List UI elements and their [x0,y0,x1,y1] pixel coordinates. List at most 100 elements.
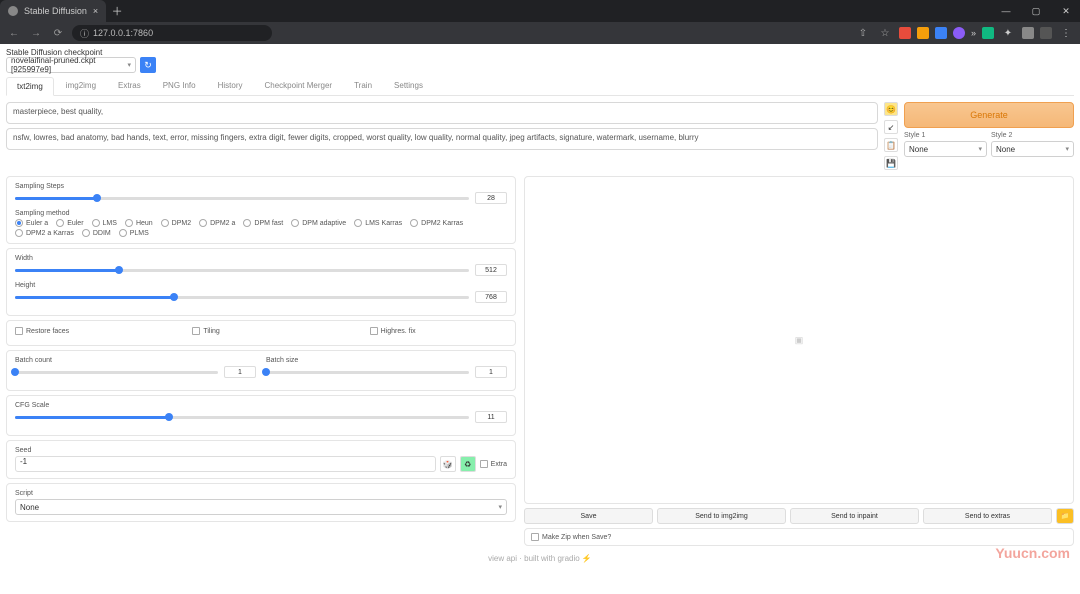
send-extras-button[interactable]: Send to extras [923,508,1052,524]
url-text: 127.0.0.1:7860 [93,28,153,38]
radio-icon [15,219,23,227]
batch-size-slider[interactable] [266,371,469,374]
tab-history[interactable]: History [208,77,253,95]
back-button[interactable]: ← [6,25,22,41]
generate-button[interactable]: Generate [904,102,1074,128]
style2-label: Style 2 [991,132,1074,139]
extension-icon[interactable] [917,27,929,39]
clipboard-button[interactable]: 📋 [884,138,898,152]
height-value[interactable]: 768 [475,291,507,303]
radio-icon [161,219,169,227]
sampling-steps-value[interactable]: 28 [475,192,507,204]
refresh-checkpoint-button[interactable]: ↻ [140,57,156,73]
sampler-dpm-fast[interactable]: DPM fast [243,219,283,227]
tab-txt2img[interactable]: txt2img [6,77,54,96]
sampler-plms[interactable]: PLMS [119,229,149,237]
save-style-button[interactable]: 💾 [884,156,898,170]
random-seed-button[interactable]: 🎲 [440,456,456,472]
sampler-euler-a[interactable]: Euler a [15,219,48,227]
style2-select[interactable]: None▾ [991,141,1074,157]
sampler-ddim[interactable]: DDIM [82,229,111,237]
send-img2img-button[interactable]: Send to img2img [657,508,786,524]
menu-icon[interactable]: ⋮ [1058,25,1074,41]
extension-icon[interactable] [953,27,965,39]
tiling-checkbox[interactable]: Tiling [192,327,329,335]
width-label: Width [15,255,507,262]
extension-icon[interactable] [982,27,994,39]
sampler-lms[interactable]: LMS [92,219,117,227]
main-tabs: txt2img img2img Extras PNG Info History … [6,77,1074,96]
checkpoint-select[interactable]: novelaifinal-pruned.ckpt [925997e9] ▾ [6,57,136,73]
batch-count-slider[interactable] [15,371,218,374]
prompt-input[interactable]: masterpiece, best quality, [6,102,878,124]
sampler-dpm2-a[interactable]: DPM2 a [199,219,235,227]
save-button[interactable]: Save [524,508,653,524]
new-tab-button[interactable]: ＋ [110,3,124,19]
sampler-heun[interactable]: Heun [125,219,153,227]
extension-icon[interactable] [1022,27,1034,39]
batch-size-value[interactable]: 1 [475,366,507,378]
extra-checkbox[interactable]: Extra [480,460,507,468]
bookmark-icon[interactable]: ☆ [877,25,893,41]
radio-icon [125,219,133,227]
script-select[interactable]: None▾ [15,499,507,515]
tab-train[interactable]: Train [344,77,382,95]
sampler-dpm-adaptive[interactable]: DPM adaptive [291,219,346,227]
overflow-icon[interactable]: » [971,28,976,38]
sampler-lms-karras[interactable]: LMS Karras [354,219,402,227]
tab-checkpoint-merger[interactable]: Checkpoint Merger [255,77,343,95]
batch-size-label: Batch size [266,357,507,364]
image-placeholder-icon: ▣ [795,335,804,346]
sampler-euler[interactable]: Euler [56,219,83,227]
seed-input[interactable]: -1 [15,456,436,472]
maximize-button[interactable]: ▢ [1022,0,1050,22]
radio-icon [243,219,251,227]
extension-icon[interactable] [935,27,947,39]
chevron-down-icon: ▾ [127,61,131,69]
tab-settings[interactable]: Settings [384,77,433,95]
radio-icon [82,229,90,237]
height-slider[interactable] [15,296,469,299]
restore-faces-checkbox[interactable]: Restore faces [15,327,152,335]
send-inpaint-button[interactable]: Send to inpaint [790,508,919,524]
address-bar[interactable]: ⓘ 127.0.0.1:7860 [72,25,272,41]
browser-tab[interactable]: Stable Diffusion × [0,0,106,22]
tab-extras[interactable]: Extras [108,77,151,95]
width-value[interactable]: 512 [475,264,507,276]
forward-button[interactable]: → [28,25,44,41]
close-tab-icon[interactable]: × [93,6,98,16]
emoji-button[interactable]: 😊 [884,102,898,116]
open-folder-button[interactable]: 📁 [1056,508,1074,524]
style1-select[interactable]: None▾ [904,141,987,157]
negative-prompt-input[interactable]: nsfw, lowres, bad anatomy, bad hands, te… [6,128,878,150]
extension-icon[interactable] [1040,27,1052,39]
batch-count-value[interactable]: 1 [224,366,256,378]
close-window-button[interactable]: ✕ [1052,0,1080,22]
script-label: Script [15,490,507,497]
sampling-method-label: Sampling method [15,210,507,217]
share-icon[interactable]: ⇧ [855,25,871,41]
tab-pnginfo[interactable]: PNG Info [153,77,206,95]
sampler-dpm2-karras[interactable]: DPM2 Karras [410,219,463,227]
reuse-seed-button[interactable]: ♻ [460,456,476,472]
paint-button[interactable]: ↙ [884,120,898,134]
reload-button[interactable]: ⟳ [50,25,66,41]
make-zip-checkbox[interactable]: Make Zip when Save? [531,533,1067,541]
radio-icon [291,219,299,227]
radio-icon [119,229,127,237]
output-image-area: ▣ [524,176,1074,504]
highres-checkbox[interactable]: Highres. fix [370,327,507,335]
extension-icon[interactable] [899,27,911,39]
width-slider[interactable] [15,269,469,272]
sampler-dpm2[interactable]: DPM2 [161,219,191,227]
minimize-button[interactable]: — [992,0,1020,22]
radio-icon [354,219,362,227]
cfg-value[interactable]: 11 [475,411,507,423]
sampling-steps-slider[interactable] [15,197,469,200]
cfg-slider[interactable] [15,416,469,419]
tab-img2img[interactable]: img2img [56,77,106,95]
sampler-dpm2-a-karras[interactable]: DPM2 a Karras [15,229,74,237]
height-label: Height [15,282,507,289]
site-info-icon[interactable]: ⓘ [80,27,89,40]
extensions-icon[interactable]: ✦ [1000,25,1016,41]
